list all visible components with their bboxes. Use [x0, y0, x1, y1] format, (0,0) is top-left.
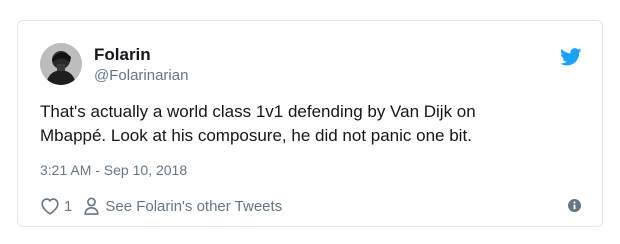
person-icon	[84, 197, 99, 215]
avatar-photo-icon	[40, 43, 82, 85]
tweet-actions: 1 See Folarin's other Tweets	[40, 195, 282, 217]
see-other-tweets-link[interactable]: See Folarin's other Tweets	[105, 198, 282, 215]
tweet-text-line: Mbappé. Look at his composure, he did no…	[40, 126, 472, 145]
embedded-tweet-card: Folarin @Folarinarian That's actually a …	[17, 20, 603, 227]
tweet-text-line: That's actually a world class 1v1 defend…	[40, 102, 476, 121]
twitter-bird-icon[interactable]	[560, 48, 582, 66]
info-icon[interactable]	[568, 199, 581, 212]
author-name[interactable]: Folarin	[94, 45, 151, 65]
like-count[interactable]: 1	[64, 198, 72, 215]
tweet-text: That's actually a world class 1v1 defend…	[40, 100, 588, 148]
heart-icon[interactable]	[40, 197, 60, 215]
author-avatar[interactable]	[40, 43, 82, 85]
author-handle[interactable]: @Folarinarian	[94, 67, 188, 84]
tweet-timestamp[interactable]: 3:21 AM - Sep 10, 2018	[40, 162, 187, 178]
